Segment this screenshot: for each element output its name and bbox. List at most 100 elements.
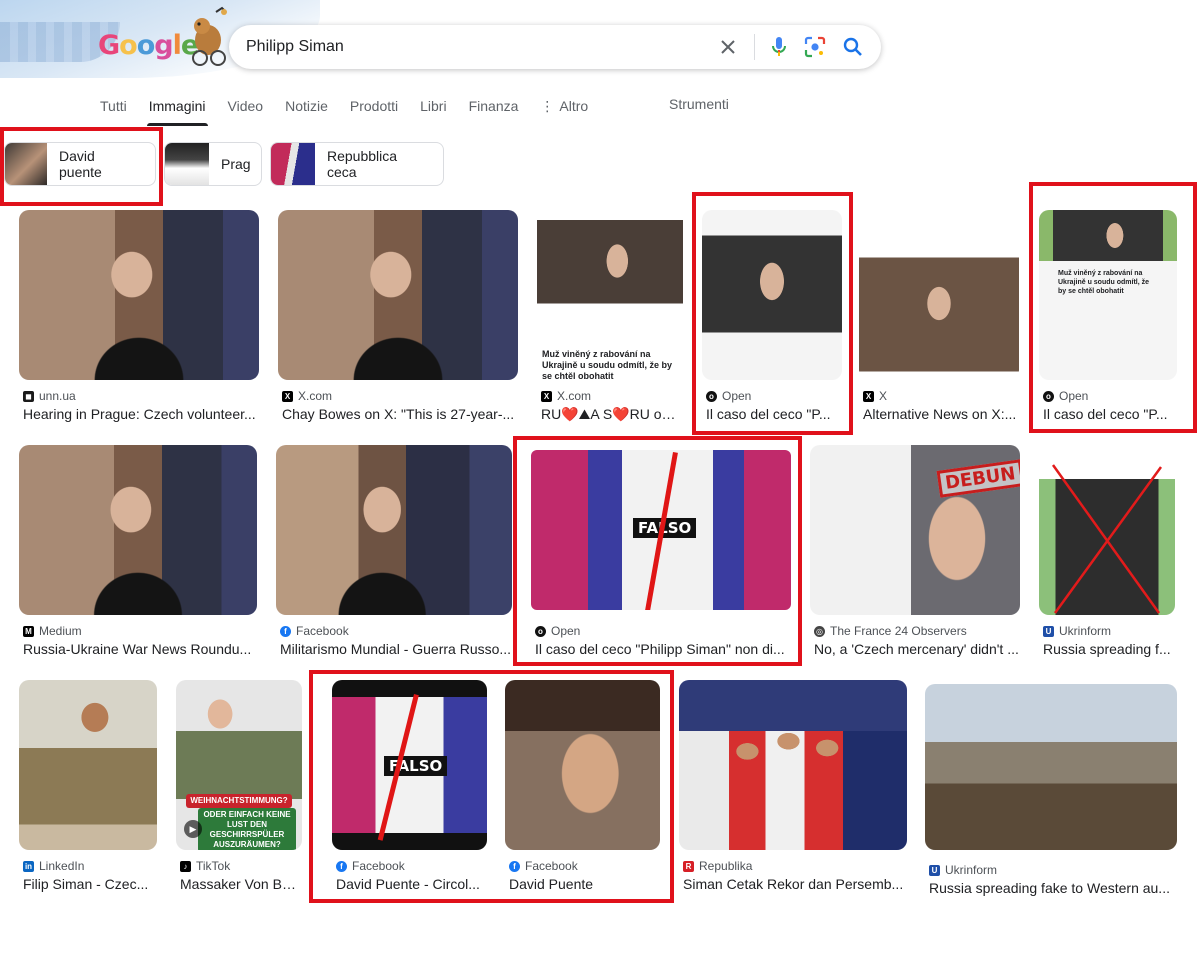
result-source: Open [722, 389, 752, 403]
logo-letter: o [119, 30, 138, 61]
tools-label: Strumenti [669, 96, 729, 112]
tools-button[interactable]: Strumenti [669, 96, 729, 112]
result-card[interactable]: M Medium Russia-Ukraine War News Roundu..… [19, 445, 257, 657]
result-card[interactable]: DEBUN ◎ The France 24 Observers No, a 'Cz… [810, 445, 1020, 657]
result-card[interactable]: ◼ unn.ua Hearing in Prague: Czech volunte… [19, 210, 259, 422]
debunk-stamp: DEBUN [936, 459, 1020, 498]
result-image[interactable] [925, 684, 1177, 850]
result-title[interactable]: Russia-Ukraine War News Roundu... [23, 641, 257, 657]
search-input[interactable] [246, 38, 706, 56]
result-title[interactable]: David Puente - Circol... [336, 876, 487, 892]
tab-prodotti[interactable]: Prodotti [350, 96, 398, 126]
x-logo-icon: X [541, 390, 552, 402]
result-title[interactable]: Il caso del ceco "P... [1043, 406, 1177, 422]
result-title[interactable]: Il caso del ceco "Philipp Siman" non di.… [535, 641, 791, 657]
tab-video[interactable]: Video [228, 96, 264, 126]
result-title[interactable]: David Puente [509, 876, 660, 892]
medium-logo-icon: M [23, 625, 34, 637]
result-image[interactable] [278, 210, 518, 380]
result-image[interactable]: WEIHNACHTSTIMMUNG? ODER EINFACH KEINE LU… [176, 680, 302, 850]
result-title[interactable]: Russia spreading f... [1043, 641, 1175, 657]
google-images-page: Google Philipp Siman Tutti Immagini Vide… [0, 0, 1200, 971]
result-image[interactable] [19, 445, 257, 615]
chip-label: Prag [221, 156, 251, 172]
result-source: Medium [39, 624, 82, 638]
google-doodle-logo[interactable]: Google [98, 30, 199, 61]
result-title[interactable]: Massaker Von But... [180, 876, 302, 892]
result-title[interactable]: RU❤️⛰A S❤️RU on ... [541, 406, 683, 423]
result-title[interactable]: Il caso del ceco "P... [706, 406, 842, 422]
logo-letter: l [172, 30, 182, 61]
tab-label: Notizie [285, 98, 328, 114]
result-title[interactable]: Siman Cetak Rekor dan Persemb... [683, 876, 907, 892]
ukrinform-logo-icon: U [1043, 625, 1054, 637]
result-source: Facebook [525, 859, 578, 873]
related-chips: David puente Prag Repubblica ceca [4, 142, 444, 186]
tab-finanza[interactable]: Finanza [469, 96, 519, 126]
result-card[interactable]: Muž viněný z rabování na Ukrajině u soud… [537, 210, 683, 423]
republika-logo-icon: R [683, 860, 694, 872]
france24-logo-icon: ◎ [814, 625, 825, 637]
lens-camera-icon[interactable] [801, 33, 829, 61]
tab-label: Immagini [148, 98, 206, 114]
result-title[interactable]: Russia spreading fake to Western au... [929, 880, 1177, 896]
result-card[interactable]: f Facebook Militarismo Mundial - Guerra R… [276, 445, 512, 657]
result-image[interactable]: DEBUN [810, 445, 1020, 615]
result-image[interactable] [859, 210, 1019, 380]
tab-immagini[interactable]: Immagini [146, 96, 208, 126]
result-card[interactable]: FALSO o Open Il caso del ceco "Philipp Si… [531, 450, 791, 657]
open-logo-icon: o [535, 625, 546, 637]
tab-notizie[interactable]: Notizie [285, 96, 328, 126]
result-title[interactable]: Alternative News on X:... [863, 406, 1019, 422]
result-image[interactable] [19, 680, 157, 850]
chip-repubblica-ceca[interactable]: Repubblica ceca [270, 142, 444, 186]
result-image[interactable]: FALSO [531, 450, 791, 610]
tab-label: Tutti [100, 98, 127, 114]
result-card[interactable]: X X.com Chay Bowes on X: "This is 27-year… [278, 210, 518, 422]
chip-thumbnail [165, 143, 209, 185]
result-card[interactable]: in LinkedIn Filip Siman - Czec... [19, 680, 157, 892]
result-card[interactable]: XX Alternative News on X:... [859, 210, 1019, 422]
tab-tutti[interactable]: Tutti [100, 96, 127, 126]
result-image[interactable]: Muž viněný z rabování na Ukrajině u soud… [1039, 210, 1177, 380]
result-card[interactable]: U Ukrinform Russia spreading f... [1039, 445, 1175, 657]
open-logo-icon: o [1043, 390, 1054, 402]
result-card[interactable]: WEIHNACHTSTIMMUNG? ODER EINFACH KEINE LU… [176, 680, 302, 892]
microphone-icon[interactable] [765, 33, 793, 61]
chip-david-puente[interactable]: David puente [4, 142, 156, 186]
result-source: Ukrinform [1059, 624, 1112, 638]
result-image[interactable] [1039, 445, 1175, 615]
result-title[interactable]: Hearing in Prague: Czech volunteer... [23, 406, 259, 422]
more-vert-icon: ⋮ [540, 98, 555, 114]
result-image[interactable]: FALSO [332, 680, 487, 850]
result-source: Ukrinform [945, 863, 998, 877]
logo-letter: G [98, 30, 120, 61]
tab-altro[interactable]: ⋮ Altro [540, 96, 588, 126]
result-card[interactable]: U Ukrinform Russia spreading fake to West… [925, 684, 1177, 896]
result-card[interactable]: Muž viněný z rabování na Ukrajině u soud… [1039, 210, 1177, 422]
result-title[interactable]: Chay Bowes on X: "This is 27-year-... [282, 406, 518, 422]
result-card[interactable]: R Republika Siman Cetak Rekor dan Persemb… [679, 680, 907, 892]
result-image[interactable] [19, 210, 259, 380]
clear-icon[interactable] [714, 33, 742, 61]
result-title[interactable]: Militarismo Mundial - Guerra Russo... [280, 641, 512, 657]
result-card[interactable]: o Open Il caso del ceco "P... [702, 210, 842, 422]
result-image[interactable] [679, 680, 907, 850]
result-image[interactable] [702, 210, 842, 380]
result-title[interactable]: No, a 'Czech mercenary' didn't ... [814, 641, 1020, 657]
result-card[interactable]: f Facebook David Puente [505, 680, 660, 892]
facebook-logo-icon: f [509, 860, 520, 872]
result-image[interactable] [505, 680, 660, 850]
result-title[interactable]: Filip Siman - Czec... [23, 876, 157, 892]
search-bar[interactable] [229, 25, 881, 69]
result-source: X.com [298, 389, 333, 403]
tab-libri[interactable]: Libri [420, 96, 446, 126]
x-logo-icon: X [282, 390, 293, 402]
result-image[interactable] [276, 445, 512, 615]
search-icon[interactable] [839, 33, 867, 61]
doodle-dog-icon [192, 6, 227, 66]
result-card[interactable]: FALSO f Facebook David Puente - Circol... [332, 680, 487, 892]
tiktok-caption: WEIHNACHTSTIMMUNG? [186, 794, 292, 808]
result-image[interactable]: Muž viněný z rabování na Ukrajině u soud… [537, 210, 683, 380]
chip-prag[interactable]: Prag [164, 142, 262, 186]
